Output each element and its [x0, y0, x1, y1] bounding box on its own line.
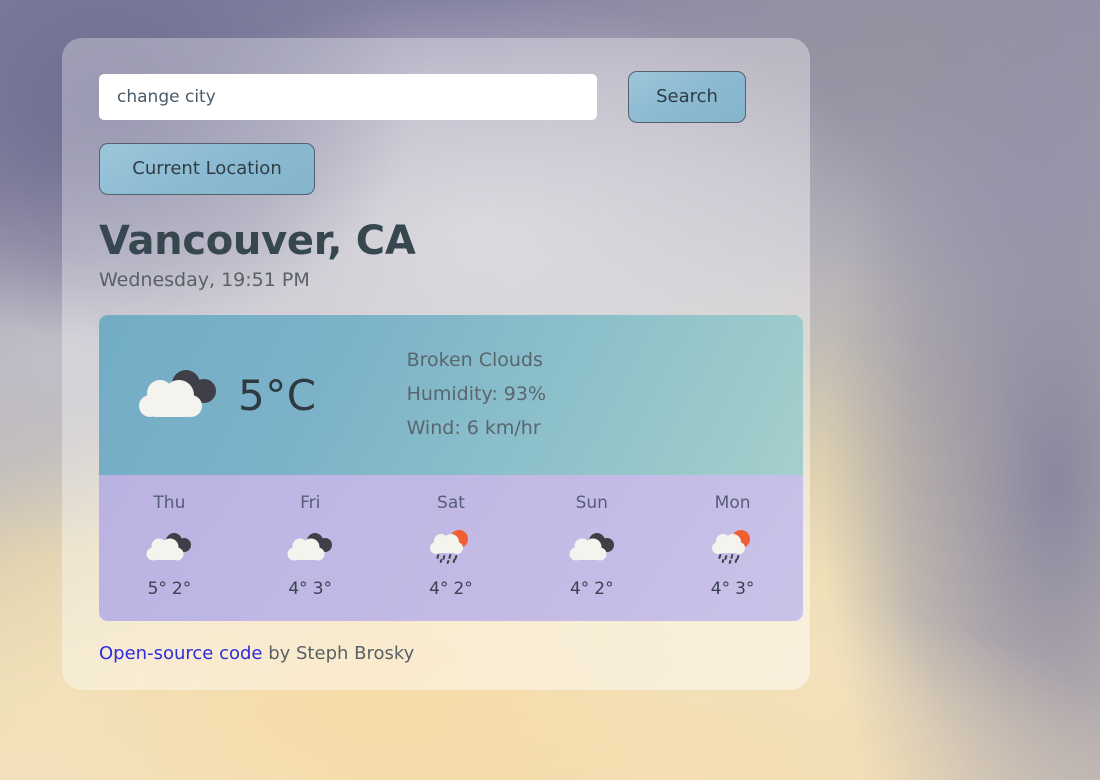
forecast-low: 2° — [171, 579, 192, 599]
forecast-day-label: Fri — [300, 493, 321, 513]
current-location-button[interactable]: Current Location — [99, 143, 315, 195]
forecast-day: Mon 4° 3° — [662, 493, 803, 599]
broken-clouds-icon — [285, 529, 335, 565]
current-details: Broken Clouds Humidity: 93% Wind: 6 km/h… — [407, 344, 546, 445]
forecast-day: Thu 5° 2° — [99, 493, 240, 599]
broken-clouds-icon — [134, 364, 220, 426]
weather-panel: Search Current Location Vancouver, CA We… — [62, 38, 810, 690]
search-input[interactable] — [99, 74, 597, 120]
broken-clouds-icon — [567, 529, 617, 565]
app-background: Search Current Location Vancouver, CA We… — [0, 0, 1100, 780]
search-row: Search — [99, 71, 810, 123]
forecast-day-label: Thu — [153, 493, 186, 513]
humidity-value: Humidity: 93% — [406, 383, 547, 406]
footer: Open-source code by Steph Brosky — [99, 643, 810, 664]
forecast-temps: 4° 2° — [429, 579, 473, 599]
forecast-low: 2° — [594, 579, 614, 599]
forecast-temps: 5° 2° — [148, 579, 192, 599]
source-code-link[interactable]: Open-source code — [99, 643, 262, 664]
sun-cloud-rain-icon — [708, 529, 758, 565]
sun-cloud-rain-icon — [426, 529, 476, 565]
forecast-low: 2° — [453, 579, 473, 599]
forecast-high: 4° — [710, 579, 731, 599]
weather-card: 5°C Broken Clouds Humidity: 93% Wind: 6 … — [99, 315, 803, 621]
search-button[interactable]: Search — [628, 71, 746, 123]
forecast-temps: 4° 2° — [570, 579, 614, 599]
broken-clouds-icon — [144, 529, 194, 565]
credit-text: by Steph Brosky — [262, 643, 415, 664]
forecast-day: Sat 4° 2° — [381, 493, 522, 599]
current-temperature: 5°C — [238, 370, 317, 420]
forecast-strip: Thu 5° 2° Fri 4° 3° Sat 4° 2° Sun 4° 2° … — [99, 475, 803, 621]
forecast-low: 3° — [735, 579, 755, 599]
forecast-day-label: Sat — [437, 493, 465, 513]
forecast-day-label: Mon — [714, 493, 751, 513]
forecast-day-label: Sun — [575, 493, 608, 513]
forecast-low: 3° — [312, 579, 333, 599]
page-title: Vancouver, CA — [99, 218, 416, 264]
forecast-high: 4° — [569, 579, 590, 599]
forecast-temps: 4° 3° — [288, 579, 332, 599]
forecast-high: 4° — [288, 579, 308, 599]
wind-value: Wind: 6 km/hr — [406, 416, 541, 439]
forecast-high: 4° — [429, 579, 449, 599]
forecast-temps: 4° 3° — [711, 579, 755, 599]
forecast-day: Fri 4° 3° — [240, 493, 381, 599]
forecast-high: 5° — [147, 579, 167, 599]
forecast-day: Sun 4° 2° — [521, 493, 662, 599]
current-conditions: 5°C Broken Clouds Humidity: 93% Wind: 6 … — [99, 315, 803, 475]
date-time-label: Wednesday, 19:51 PM — [99, 269, 310, 291]
weather-description: Broken Clouds — [406, 349, 543, 372]
